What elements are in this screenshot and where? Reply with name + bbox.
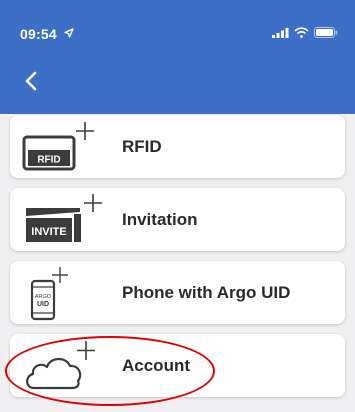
svg-text:UID: UID — [37, 301, 49, 308]
chevron-left-icon — [25, 71, 37, 91]
invitation-card-add-icon: INVITE — [22, 192, 112, 248]
status-bar: 09:54 — [0, 0, 355, 58]
back-button[interactable] — [20, 68, 42, 94]
option-label: Invitation — [122, 210, 198, 229]
svg-text:INVITE: INVITE — [31, 226, 66, 238]
svg-text:RFID: RFID — [37, 155, 60, 166]
cloud-add-icon — [22, 338, 112, 394]
option-label: RFID — [122, 137, 162, 156]
phone-add-icon: ARGO UID — [22, 265, 112, 321]
option-invitation[interactable]: INVITE Invitation — [10, 188, 345, 251]
status-icons — [272, 27, 338, 38]
rfid-card-add-icon: RFID — [22, 119, 112, 175]
svg-text:ARGO: ARGO — [35, 294, 52, 300]
option-rfid[interactable]: RFID RFID — [10, 115, 345, 178]
option-account[interactable]: Account — [10, 334, 345, 397]
app-header: 09:54 — [0, 0, 355, 114]
option-label: Account — [122, 356, 190, 375]
option-label: Phone with Argo UID — [122, 283, 291, 302]
status-time: 09:54 — [20, 26, 57, 42]
location-arrow-icon — [64, 28, 74, 38]
cellular-signal-icon — [272, 28, 289, 38]
option-phone-argo-uid[interactable]: ARGO UID Phone with Argo UID — [10, 261, 345, 324]
wifi-icon — [294, 27, 309, 38]
battery-icon — [314, 27, 338, 38]
